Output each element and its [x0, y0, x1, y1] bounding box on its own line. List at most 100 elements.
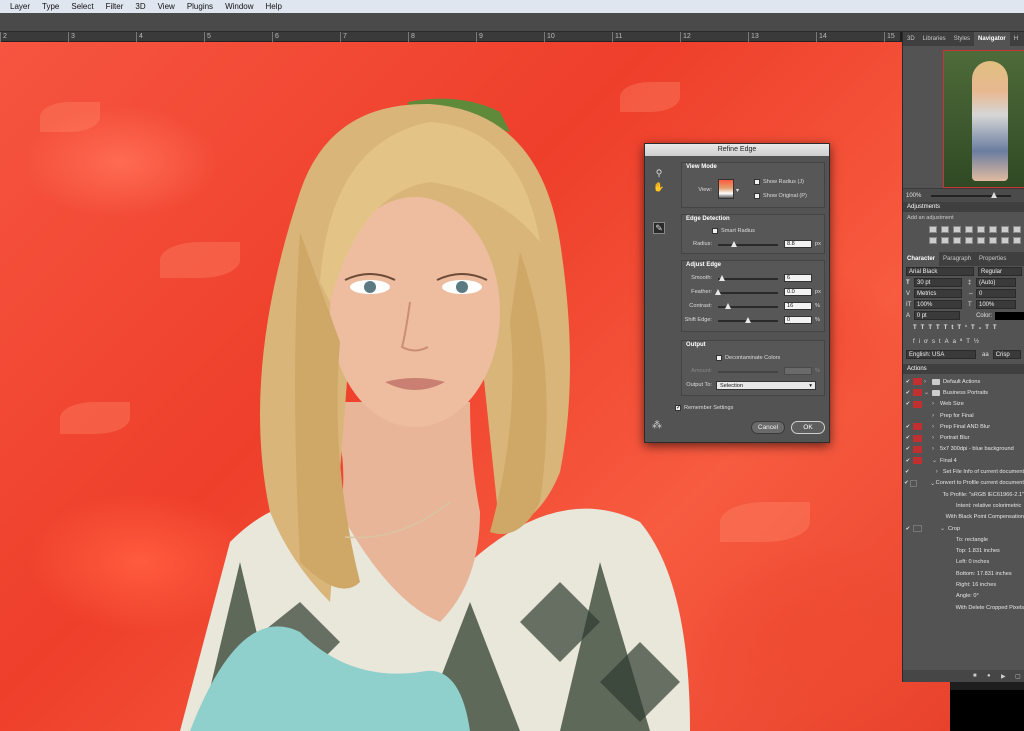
photo-filter-icon[interactable] [929, 237, 937, 244]
disclosure-chevron-icon[interactable]: › [932, 401, 940, 407]
new-set-icon[interactable]: ▢ [1015, 673, 1021, 680]
action-dialog-toggle[interactable] [913, 559, 922, 566]
action-dialog-toggle[interactable] [911, 514, 918, 521]
cancel-button[interactable]: Cancel [751, 421, 785, 434]
posterize-icon[interactable] [977, 237, 985, 244]
action-item[interactable]: Right: 16 inches [903, 579, 1024, 590]
underline-icon[interactable]: T [985, 325, 993, 331]
zoom-tool-icon[interactable]: ⚲ [653, 168, 665, 180]
disclosure-chevron-icon[interactable]: › [932, 413, 940, 419]
action-item[interactable]: ✔ › Web Size [903, 399, 1024, 410]
menu-help[interactable]: Help [266, 2, 282, 11]
ligature-icon[interactable]: fi [913, 339, 924, 345]
action-dialog-toggle[interactable] [910, 479, 917, 487]
action-item[interactable]: Angle: 0° [903, 591, 1024, 602]
font-style-field[interactable]: Regular [978, 267, 1022, 276]
action-item[interactable]: ✔ ⌄ Crop [903, 523, 1024, 534]
strikethrough-icon[interactable]: T [993, 325, 1001, 331]
language-field[interactable]: English: USA [906, 350, 976, 359]
swash-icon[interactable]: ơ [924, 339, 932, 345]
superscript-icon[interactable]: T¹ [957, 325, 971, 331]
action-dialog-toggle[interactable] [913, 593, 922, 600]
tracking-field[interactable]: 0 [976, 289, 1016, 298]
titling-icon[interactable]: A [945, 339, 953, 345]
font-family-field[interactable]: Arial Black [906, 267, 974, 276]
baseline-field[interactable]: 0 pt [913, 311, 961, 320]
menu-filter[interactable]: Filter [106, 2, 124, 11]
stop-icon[interactable]: ■ [973, 673, 977, 679]
faux-bold-icon[interactable]: T [913, 325, 921, 331]
menu-window[interactable]: Window [225, 2, 253, 11]
disclosure-chevron-icon[interactable]: › [924, 379, 932, 385]
tab-properties[interactable]: Properties [975, 252, 1010, 266]
shift-edge-value-field[interactable]: 0 [784, 316, 812, 324]
disclosure-chevron-icon[interactable]: ⌄ [940, 525, 948, 532]
levels-icon[interactable] [941, 226, 949, 233]
vibrance-icon[interactable] [977, 226, 985, 233]
disclosure-chevron-icon[interactable]: › [932, 446, 940, 452]
action-dialog-toggle[interactable] [910, 491, 917, 498]
action-item[interactable]: ✔ › 5x7 300dpi - blue background [903, 444, 1024, 455]
color-lookup-icon[interactable] [953, 237, 961, 244]
color-balance-icon[interactable] [1001, 226, 1009, 233]
disclosure-chevron-icon[interactable]: ⌄ [932, 457, 940, 464]
black-white-icon[interactable] [1013, 226, 1021, 233]
action-toggle-check[interactable]: ✔ [903, 435, 913, 441]
gradient-map-icon[interactable] [1001, 237, 1009, 244]
dialog-title[interactable]: Refine Edge [645, 144, 829, 156]
shift-edge-slider[interactable] [718, 317, 778, 323]
chevron-down-icon[interactable]: ▾ [736, 187, 739, 194]
subscript-icon[interactable]: T₁ [971, 325, 985, 331]
action-item[interactable]: ✔ › Prep Final AND Blur [903, 421, 1024, 432]
action-toggle-check[interactable]: ✔ [903, 458, 913, 464]
hand-tool-icon[interactable]: ✋ [653, 182, 665, 194]
shift-edge-slider-knob[interactable] [745, 317, 751, 323]
channel-mixer-icon[interactable] [941, 237, 949, 244]
record-icon[interactable]: ● [987, 673, 991, 679]
horizontal-ruler[interactable]: 2 3 4 5 6 7 8 9 10 11 12 13 14 15 [0, 32, 900, 42]
show-radius-checkbox[interactable] [754, 179, 760, 185]
play-icon[interactable]: ▶ [1001, 673, 1006, 680]
fraction-icon[interactable]: T [966, 339, 974, 345]
action-toggle-check[interactable]: ✔ [903, 469, 912, 475]
action-item[interactable]: ✔ › Default Actions [903, 376, 1024, 387]
action-item[interactable]: ✔ › Portrait Blur [903, 432, 1024, 443]
action-item[interactable]: ✔ ⌄ Final 4 [903, 455, 1024, 466]
ordinal-icon[interactable]: aª [953, 339, 967, 345]
action-toggle-check[interactable]: ✔ [903, 526, 913, 532]
fraction-half-icon[interactable]: ½ [974, 339, 983, 345]
action-toggle-check[interactable]: ✔ [903, 401, 913, 407]
leading-field[interactable]: (Auto) [976, 278, 1016, 287]
action-dialog-toggle[interactable] [913, 423, 922, 431]
action-item[interactable]: With Delete Cropped Pixels [903, 602, 1024, 613]
remember-settings-checkbox[interactable] [675, 404, 681, 411]
menu-3d[interactable]: 3D [135, 2, 145, 11]
action-dialog-toggle[interactable] [913, 400, 922, 408]
contrast-slider[interactable] [718, 303, 778, 309]
action-dialog-toggle[interactable] [912, 469, 920, 476]
invert-icon[interactable] [965, 237, 973, 244]
stylistic-icon[interactable]: st [932, 339, 945, 345]
action-item[interactable]: ✔ › Set File Info of current document [903, 466, 1024, 477]
action-dialog-toggle[interactable] [913, 434, 922, 442]
horizontal-scale-field[interactable]: 100% [976, 300, 1016, 309]
all-caps-icon[interactable]: TT [928, 325, 943, 331]
actions-header[interactable]: Actions [903, 364, 1024, 374]
action-dialog-toggle[interactable] [913, 389, 922, 397]
action-item[interactable]: Left: 0 inches [903, 557, 1024, 568]
ok-button[interactable]: OK [791, 421, 825, 434]
threshold-icon[interactable] [989, 237, 997, 244]
selective-color-icon[interactable] [1013, 237, 1021, 244]
action-item[interactable]: With Black Point Compensation [903, 512, 1024, 523]
radius-value-field[interactable]: 8.8 [784, 240, 812, 248]
smooth-value-field[interactable]: 6 [784, 274, 812, 282]
menu-view[interactable]: View [158, 2, 175, 11]
action-toggle-check[interactable]: ✔ [903, 446, 913, 452]
action-item[interactable]: ✔ ⌄ Business Portraits [903, 387, 1024, 398]
disclosure-chevron-icon[interactable]: › [932, 424, 940, 430]
action-dialog-toggle[interactable] [913, 536, 922, 543]
tab-character[interactable]: Character [903, 252, 940, 266]
adjustments-header[interactable]: Adjustments [903, 202, 1024, 212]
action-item[interactable]: To Profile: "sRGB IEC61966-2.1" [903, 489, 1024, 500]
decontaminate-checkbox[interactable] [716, 355, 722, 361]
